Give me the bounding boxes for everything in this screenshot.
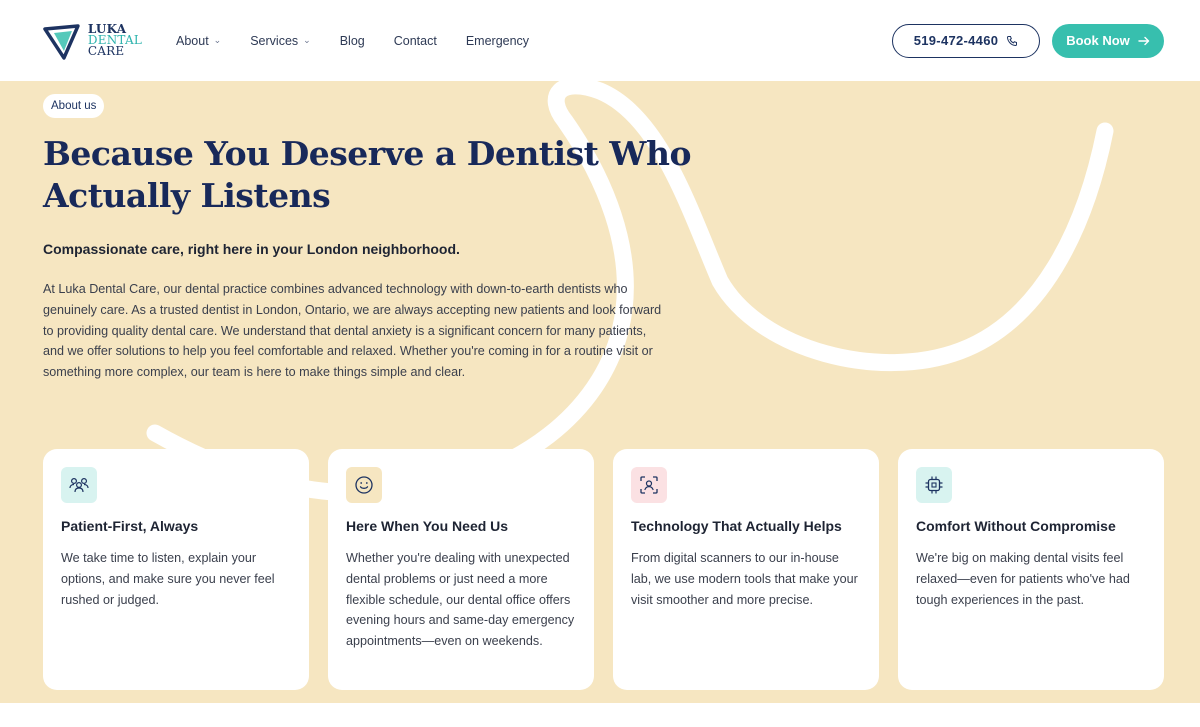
- feature-cards: Patient-First, Always We take time to li…: [43, 449, 1164, 690]
- page-title: Because You Deserve a Dentist Who Actual…: [43, 134, 691, 215]
- card-icon-box: [61, 467, 97, 503]
- logo-line-3: CARE: [87, 44, 125, 58]
- people-icon: [69, 477, 89, 493]
- site-header: LUKA DENTAL CARE About ⌄ Services ⌄ Blog…: [0, 0, 1200, 81]
- section-description: At Luka Dental Care, our dental practice…: [43, 282, 662, 380]
- nav-item-emergency[interactable]: Emergency: [466, 34, 529, 48]
- section-pill: About us: [43, 94, 105, 118]
- feature-card: Technology That Actually Helps From digi…: [613, 449, 879, 690]
- feature-card: Here When You Need Us Whether you're dea…: [328, 449, 594, 690]
- card-title: Technology That Actually Helps: [631, 518, 842, 534]
- phone-number: 519-472-4460: [913, 33, 999, 48]
- nav-item-blog[interactable]: Blog: [340, 34, 365, 48]
- card-icon-box: [916, 467, 952, 503]
- nav-item-label: Contact: [393, 33, 437, 48]
- card-icon-box: [346, 467, 382, 503]
- nav-item-services[interactable]: Services ⌄: [250, 34, 310, 48]
- book-now-button[interactable]: Book Now: [1052, 23, 1164, 58]
- nav-item-label: Blog: [339, 33, 365, 48]
- main-nav: About ⌄ Services ⌄ Blog Contact Emergenc…: [176, 34, 558, 48]
- page-bottom-strip: [0, 703, 1200, 727]
- phone-button[interactable]: 519-472-4460: [892, 23, 1040, 58]
- card-text: From digital scanners to our in-house la…: [631, 551, 858, 607]
- face-scan-icon: [640, 476, 658, 494]
- card-title: Here When You Need Us: [346, 518, 509, 534]
- section-subtitle: Compassionate care, right here in your L…: [43, 241, 460, 257]
- nav-item-contact[interactable]: Contact: [394, 34, 437, 48]
- nav-item-about[interactable]: About ⌄: [176, 34, 221, 48]
- nav-item-label: Services: [250, 33, 299, 48]
- header-actions: 519-472-4460 Book Now: [892, 23, 1164, 58]
- chip-icon: [925, 476, 943, 494]
- card-text: Whether you're dealing with unexpected d…: [346, 551, 575, 649]
- logo-wordmark: LUKA DENTAL CARE: [87, 23, 142, 58]
- book-now-label: Book Now: [1066, 33, 1130, 48]
- arrow-right-icon: [1138, 36, 1149, 45]
- tooth-logo-icon: [43, 23, 80, 60]
- card-text: We're big on making dental visits feel r…: [916, 551, 1130, 607]
- chevron-down-icon: ⌄: [213, 35, 222, 45]
- smile-icon: [355, 476, 373, 494]
- card-title: Patient-First, Always: [61, 518, 199, 534]
- nav-item-label: About: [176, 33, 209, 48]
- card-text: We take time to listen, explain your opt…: [61, 551, 275, 607]
- card-icon-box: [631, 467, 667, 503]
- chevron-down-icon: ⌄: [303, 35, 311, 45]
- feature-card: Comfort Without Compromise We're big on …: [898, 449, 1164, 690]
- phone-icon: [1007, 35, 1018, 46]
- nav-item-label: Emergency: [465, 33, 530, 48]
- card-title: Comfort Without Compromise: [916, 518, 1116, 534]
- about-section: About us Because You Deserve a Dentist W…: [0, 81, 1200, 703]
- logo[interactable]: LUKA DENTAL CARE: [42, 21, 142, 61]
- feature-card: Patient-First, Always We take time to li…: [43, 449, 309, 690]
